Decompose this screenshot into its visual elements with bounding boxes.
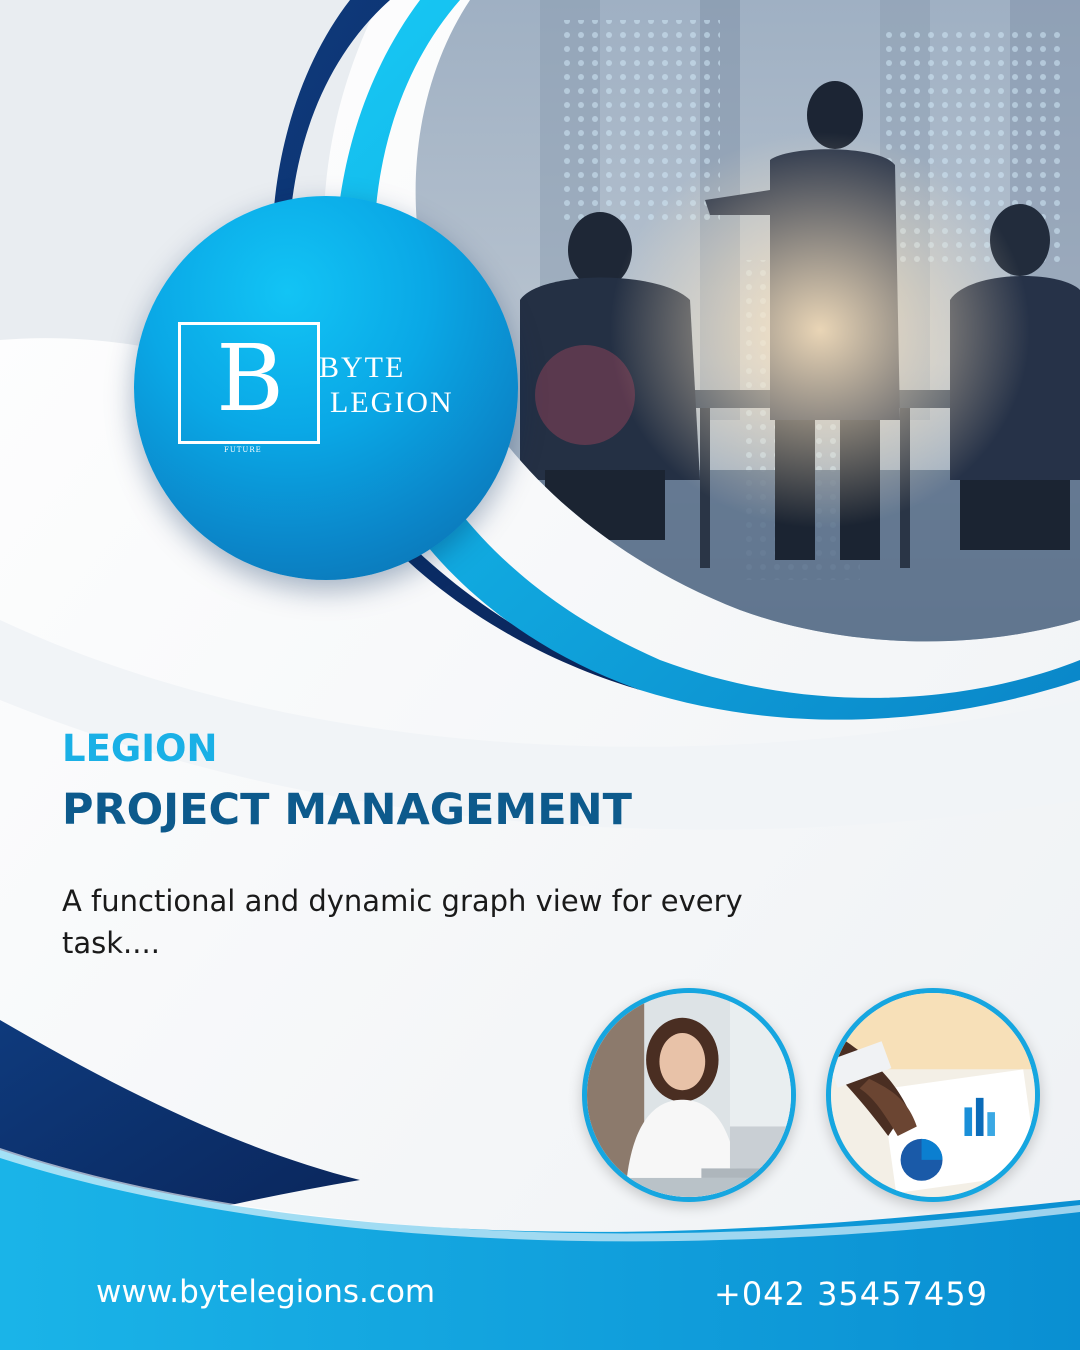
footer-website-link[interactable]: www.bytelegions.com [96,1272,435,1312]
tagline: A functional and dynamic graph view for … [62,884,743,960]
logo-word-legion: LEGION [330,386,454,419]
poster: B FUTURE BYTE LEGION LEGION PROJECT MANA… [0,0,1080,1350]
headline-project-management: PROJECT MANAGEMENT [62,785,632,835]
headline-legion: LEGION [62,727,218,770]
footer-phone-number[interactable]: +042 35457459 [714,1274,988,1314]
logo-monogram-frame: B [178,322,320,444]
logo-small-text: FUTURE [224,446,262,454]
businesswoman-photo [582,988,796,1202]
chart-analysis-photo [826,988,1040,1202]
logo-badge: B FUTURE BYTE LEGION [134,196,518,580]
logo-word-byte: BYTE [319,351,406,384]
logo-monogram-letter: B [216,325,284,432]
